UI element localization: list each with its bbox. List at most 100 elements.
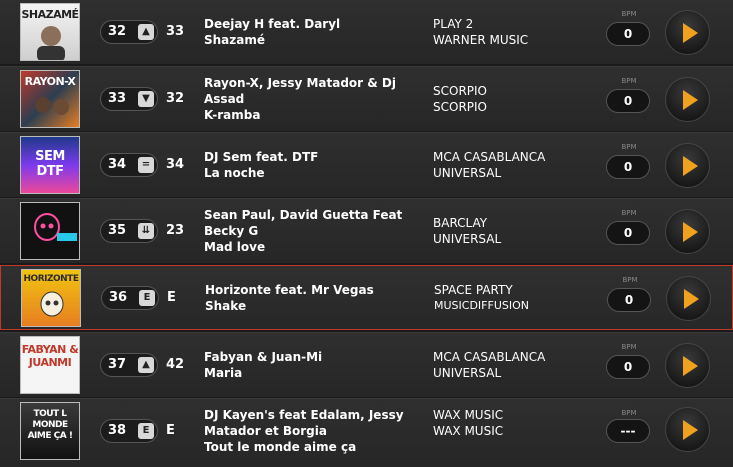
song-title: La noche — [204, 166, 265, 180]
album-cover[interactable]: SHAZAMÉ — [20, 3, 80, 61]
play-button[interactable] — [665, 209, 710, 254]
chart-row-highlighted: HORIZONTE 36 E E Horizonte feat. Mr Vega… — [0, 265, 733, 330]
song-title: K-ramba — [204, 108, 261, 122]
record-label: SCORPIO — [433, 84, 487, 98]
record-label: SPACE PARTY — [434, 283, 513, 297]
song-title: Shake — [205, 299, 247, 313]
play-icon — [683, 23, 698, 43]
record-label: MCA CASABLANCA — [433, 150, 546, 164]
new-entry-icon: E — [139, 290, 155, 306]
bpm-value: 0 — [606, 155, 650, 179]
trend-down-icon: ▼ — [138, 91, 154, 107]
trend-up-icon: ▲ — [138, 24, 154, 40]
song-title: Tout le monde aime ça — [204, 440, 357, 454]
track-info[interactable]: Sean Paul, David Guetta Feat Becky G Mad… — [204, 207, 424, 255]
skull-icon — [40, 291, 64, 317]
trend-double-down-icon: ⇊ — [138, 223, 154, 239]
label-info: SCORPIO SCORPIO — [433, 83, 487, 115]
position-number: 38 — [108, 423, 127, 438]
previous-position: E — [166, 423, 175, 438]
label-info: WAX MUSIC WAX MUSIC — [433, 407, 503, 439]
song-title: Mad love — [204, 240, 266, 254]
artist-name-continued: Assad — [204, 92, 245, 106]
cover-text: FABYAN & JUANMI — [21, 343, 79, 369]
bpm-label: BPM — [621, 209, 637, 217]
artist-name-continued: Matador et Borgia — [204, 424, 327, 438]
bpm-value: 0 — [606, 221, 650, 245]
chart-list: SHAZAMÉ 32 ▲ 33 Deejay H feat. Daryl Sha… — [0, 0, 733, 467]
position-number: 35 — [108, 223, 127, 238]
artist-name: Deejay H feat. Daryl — [204, 17, 341, 31]
track-info[interactable]: Rayon-X, Jessy Matador & Dj Assad K-ramb… — [204, 75, 424, 123]
bpm-value: 0 — [606, 22, 650, 46]
position-number: 32 — [108, 24, 127, 39]
distributor: MUSICDIFFUSION — [434, 299, 529, 312]
distributor: UNIVERSAL — [433, 366, 502, 380]
distributor: UNIVERSAL — [433, 166, 502, 180]
position-box: 33 ▼ — [100, 87, 158, 111]
artist-name: Rayon-X, Jessy Matador & Dj — [204, 76, 396, 90]
chart-row: SHAZAMÉ 32 ▲ 33 Deejay H feat. Daryl Sha… — [0, 0, 733, 64]
album-cover[interactable]: FABYAN & JUANMI — [20, 336, 80, 394]
position-number: 37 — [108, 357, 127, 372]
bpm-label: BPM — [621, 343, 637, 351]
record-label: BARCLAY — [433, 216, 488, 230]
play-button[interactable] — [665, 407, 710, 452]
cover-text: TOUT L MONDE AIME ÇA ! — [27, 409, 73, 441]
album-cover[interactable]: SEM DTF — [20, 136, 80, 194]
bpm-value: 0 — [606, 355, 650, 379]
album-cover[interactable]: HORIZONTE — [21, 269, 81, 327]
position-box: 35 ⇊ — [100, 219, 158, 243]
play-button[interactable] — [665, 143, 710, 188]
position-box: 38 E — [100, 419, 158, 443]
distributor: UNIVERSAL — [433, 232, 502, 246]
play-icon — [683, 222, 698, 242]
position-number: 33 — [108, 91, 127, 106]
album-cover[interactable]: TOUT L MONDE AIME ÇA ! — [20, 402, 80, 460]
play-icon — [684, 289, 699, 309]
play-button[interactable] — [665, 77, 710, 122]
label-info: MCA CASABLANCA UNIVERSAL — [433, 149, 545, 181]
position-box: 37 ▲ — [100, 353, 158, 377]
track-info[interactable]: Horizonte feat. Mr Vegas Shake — [205, 282, 425, 314]
new-entry-icon: E — [138, 423, 154, 439]
previous-position: 23 — [166, 223, 185, 238]
neon-skull-icon — [34, 213, 77, 241]
track-info[interactable]: Fabyan & Juan-Mi Maria — [204, 349, 424, 381]
play-button[interactable] — [666, 276, 711, 321]
bpm-label: BPM — [621, 143, 637, 151]
position-box: 36 E — [101, 286, 159, 310]
bpm-label: BPM — [621, 409, 637, 417]
previous-position: 34 — [166, 157, 185, 172]
chart-row: RAYON-X 33 ▼ 32 Rayon-X, Jessy Matador &… — [0, 66, 733, 131]
play-icon — [683, 90, 698, 110]
album-cover[interactable] — [20, 202, 80, 260]
position-box: 34 = — [100, 153, 158, 177]
trend-up-icon: ▲ — [138, 357, 154, 373]
album-cover[interactable]: RAYON-X — [20, 70, 80, 128]
track-info[interactable]: DJ Kayen's feat Edalam, Jessy Matador et… — [204, 407, 424, 455]
track-info[interactable]: Deejay H feat. Daryl Shazamé — [204, 16, 424, 48]
track-info[interactable]: DJ Sem feat. DTF La noche — [204, 149, 424, 181]
record-label: PLAY 2 — [433, 17, 474, 31]
artist-name: DJ Kayen's feat Edalam, Jessy — [204, 408, 404, 422]
bpm-label: BPM — [621, 10, 637, 18]
previous-position: E — [167, 290, 176, 305]
position-number: 36 — [109, 290, 128, 305]
artist-name: DJ Sem feat. DTF — [204, 150, 319, 164]
chart-row: FABYAN & JUANMI 37 ▲ 42 Fabyan & Juan-Mi… — [0, 332, 733, 397]
position-number: 34 — [108, 157, 127, 172]
song-title: Shazamé — [204, 33, 266, 47]
record-label: MCA CASABLANCA — [433, 350, 546, 364]
play-button[interactable] — [665, 343, 710, 388]
song-title: Maria — [204, 366, 243, 380]
bpm-label: BPM — [622, 276, 638, 284]
play-icon — [683, 420, 698, 440]
previous-position: 33 — [166, 24, 185, 39]
play-button[interactable] — [665, 10, 710, 55]
artist-photo-icon — [37, 26, 65, 60]
bpm-value: 0 — [606, 89, 650, 113]
position-box: 32 ▲ — [100, 20, 158, 44]
play-icon — [683, 356, 698, 376]
artist-photo-icon — [35, 97, 69, 115]
